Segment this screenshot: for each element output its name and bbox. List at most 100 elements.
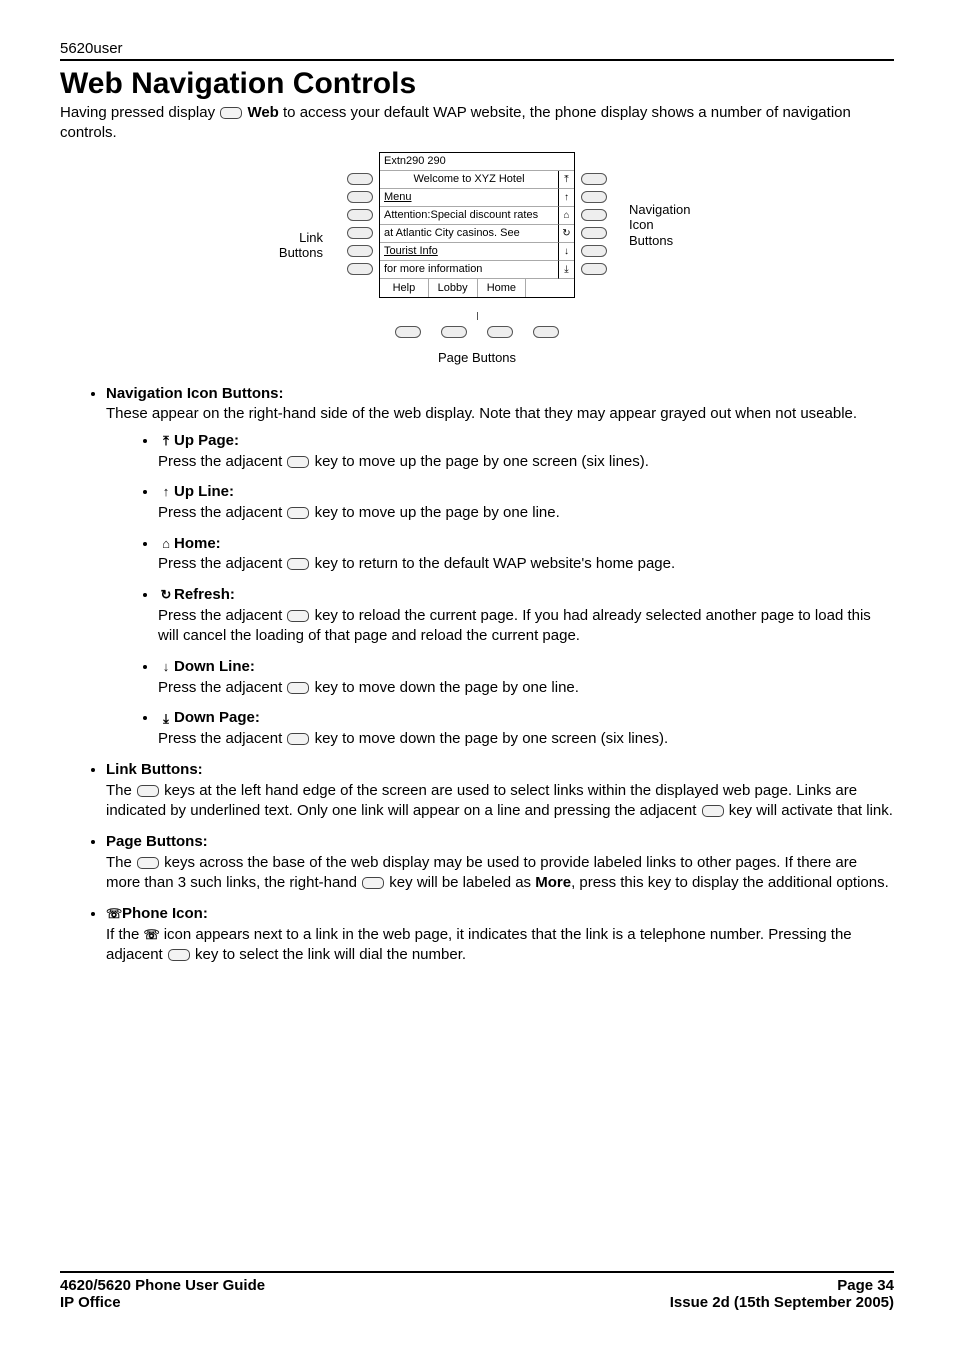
bottombar-seg: Help <box>380 279 429 297</box>
screen-row: Attention:Special discount rates <box>380 207 558 225</box>
key-icon <box>220 107 242 119</box>
nav-button <box>581 263 607 275</box>
footer-right2: Issue 2d (15th September 2005) <box>670 1294 894 1311</box>
phone-label: Phone Icon: <box>122 905 208 922</box>
nav-item-d1: Press the adjacent <box>158 679 286 696</box>
key-icon <box>168 949 190 961</box>
nav-sublist: ⤒Up Page: Press the adjacent key to move… <box>106 431 894 750</box>
nav-item-up-page: ⤒Up Page: Press the adjacent key to move… <box>158 431 894 472</box>
intro-t1: Having pressed display <box>60 104 219 121</box>
bottombar-seg <box>526 279 574 297</box>
up-page-icon: ⤒ <box>158 432 174 450</box>
left-link-buttons <box>337 152 379 278</box>
right-nav-buttons <box>575 152 617 278</box>
nav-desc: These appear on the right-hand side of t… <box>106 404 894 425</box>
link-button <box>347 191 373 203</box>
link-button <box>347 227 373 239</box>
nav-button <box>581 173 607 185</box>
phone-d1: If the <box>106 926 144 943</box>
figure-nav-label: Navigation Icon Buttons <box>629 202 709 249</box>
screen-row: at Atlantic City casinos. See <box>380 225 558 243</box>
key-icon <box>287 507 309 519</box>
nav-item-label: Home: <box>174 535 221 552</box>
page-d3: key will be labeled as <box>385 874 535 891</box>
screen-welcome: Welcome to XYZ Hotel <box>380 171 558 189</box>
nav-item-down-line: ↓Down Line: Press the adjacent key to mo… <box>158 657 894 698</box>
footer-rule <box>60 1271 894 1273</box>
page-button <box>441 326 467 338</box>
figure-page-label: Page Buttons <box>337 350 617 365</box>
nav-icon-down-line: ↓ <box>558 243 574 261</box>
nav-item-label: Down Page: <box>174 709 260 726</box>
footer-right1: Page 34 <box>837 1277 894 1294</box>
nav-button <box>581 209 607 221</box>
page-button <box>395 326 421 338</box>
page-section: Page Buttons: The keys across the base o… <box>106 832 894 894</box>
down-line-icon: ↓ <box>158 658 174 676</box>
nav-item-d2: key to move up the page by one line. <box>310 504 559 521</box>
nav-item-d2: key to return to the default WAP website… <box>310 555 675 572</box>
nav-item-d1: Press the adjacent <box>158 607 286 624</box>
page-button <box>533 326 559 338</box>
nav-button <box>581 191 607 203</box>
link-section: Link Buttons: The keys at the left hand … <box>106 760 894 822</box>
nav-label: Navigation Icon Buttons: <box>106 385 284 402</box>
nav-icon-refresh: ↻ <box>558 225 574 243</box>
nav-icon-up-line: ↑ <box>558 189 574 207</box>
link-button <box>347 263 373 275</box>
screen-bottombar: Help Lobby Home <box>380 279 574 297</box>
page-label: Page Buttons: <box>106 833 208 850</box>
down-page-icon: ⤓ <box>158 710 174 728</box>
screen-row: for more information <box>380 261 558 279</box>
nav-button <box>581 245 607 257</box>
main-list: Navigation Icon Buttons: These appear on… <box>60 384 894 967</box>
key-icon <box>287 610 309 622</box>
nav-item-d1: Press the adjacent <box>158 730 286 747</box>
nav-item-home: ⌂Home: Press the adjacent key to return … <box>158 534 894 575</box>
refresh-icon: ↻ <box>158 586 174 604</box>
page-button <box>487 326 513 338</box>
link-button <box>347 245 373 257</box>
key-icon <box>287 558 309 570</box>
header-doc-label: 5620user <box>60 40 894 57</box>
key-icon <box>702 805 724 817</box>
key-icon <box>137 857 159 869</box>
bottombar-seg: Home <box>478 279 527 297</box>
nav-item-label: Down Line: <box>174 658 255 675</box>
key-icon <box>362 877 384 889</box>
nav-item-label: Up Page: <box>174 432 239 449</box>
nav-item-down-page: ⤓Down Page: Press the adjacent key to mo… <box>158 708 894 749</box>
nav-item-d1: Press the adjacent <box>158 555 286 572</box>
key-icon <box>287 456 309 468</box>
phone-d3: key to select the link will dial the num… <box>191 946 466 963</box>
intro-paragraph: Having pressed display Web to access you… <box>60 103 894 144</box>
nav-item-d2: key to move down the page by one screen … <box>310 730 668 747</box>
phone-icon: ☏ <box>106 905 122 923</box>
phone-figure: Link Buttons Navigation Icon Buttons Ext… <box>60 152 894 366</box>
phone-section: ☏Phone Icon: If the ☏ icon appears next … <box>106 904 894 966</box>
page-d4: , press this key to display the addition… <box>571 874 889 891</box>
page-footer: 4620/5620 Phone User Guide Page 34 IP Of… <box>60 1271 894 1311</box>
nav-icon-down-page: ⤓ <box>558 261 574 279</box>
nav-button <box>581 227 607 239</box>
link-button <box>347 209 373 221</box>
intro-web: Web <box>247 104 278 121</box>
nav-icon-up-page: ⤒ <box>558 171 574 189</box>
page-title: Web Navigation Controls <box>60 67 894 101</box>
footer-left1: 4620/5620 Phone User Guide <box>60 1277 265 1294</box>
phone-icon: ☏ <box>144 926 160 944</box>
phone-screen: Extn290 290 Welcome to XYZ Hotel⤒ Menu↑ … <box>379 152 575 298</box>
key-icon <box>137 785 159 797</box>
nav-icon-home: ⌂ <box>558 207 574 225</box>
nav-item-d2: key to move up the page by one screen (s… <box>310 453 649 470</box>
key-icon <box>287 733 309 745</box>
bottombar-seg: Lobby <box>429 279 478 297</box>
nav-item-d2: key to move down the page by one line. <box>310 679 579 696</box>
nav-item-d1: Press the adjacent <box>158 504 286 521</box>
nav-section: Navigation Icon Buttons: These appear on… <box>106 384 894 750</box>
link-d3: key will activate that link. <box>725 802 893 819</box>
screen-title: Extn290 290 <box>380 153 574 171</box>
nav-item-up-line: ↑Up Line: Press the adjacent key to move… <box>158 482 894 523</box>
figure-link-label: Link Buttons <box>263 230 323 261</box>
nav-item-refresh: ↻Refresh: Press the adjacent key to relo… <box>158 585 894 647</box>
